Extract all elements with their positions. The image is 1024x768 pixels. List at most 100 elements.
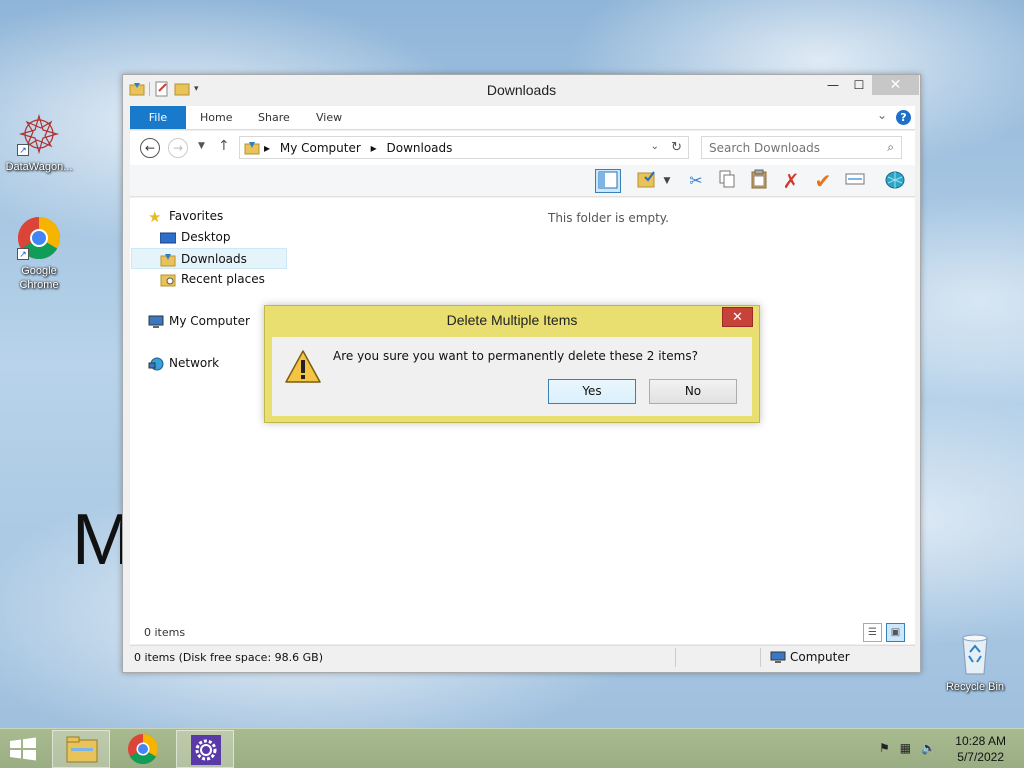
shortcut-arrow-icon: ↗ <box>17 248 29 260</box>
nav-network[interactable]: Network <box>148 353 219 374</box>
datawagon-icon: ↗ <box>17 112 61 156</box>
shortcut-arrow-icon: ↗ <box>17 144 29 156</box>
dialog-close-button[interactable]: ✕ <box>722 307 753 327</box>
paste-icon[interactable] <box>746 169 772 193</box>
search-input[interactable] <box>702 137 872 158</box>
large-icons-view-icon[interactable]: ▣ <box>886 623 905 642</box>
desktop-icon-datawagon[interactable]: ↗ DataWagon... <box>1 112 77 174</box>
status-separator <box>760 648 761 667</box>
search-icon[interactable]: ⌕ <box>887 140 894 155</box>
clock-time: 10:28 AM <box>955 734 1006 748</box>
nav-desktop[interactable]: Desktop <box>160 227 231 248</box>
clock-date: 5/7/2022 <box>957 750 1004 764</box>
navigation-bar: ← → ▼ ↑ ▸ My Computer ▸ Downloads ⌄ ↻ ⌕ <box>130 131 915 165</box>
refresh-icon[interactable]: ↻ <box>671 140 682 155</box>
status-location-label: Computer <box>790 650 850 664</box>
breadcrumb-separator-icon: ▸ <box>370 141 377 155</box>
address-bar[interactable]: ▸ My Computer ▸ Downloads ⌄ ↻ <box>239 136 689 159</box>
empty-folder-message: This folder is empty. <box>548 211 669 225</box>
window-title: Downloads <box>486 82 557 98</box>
desktop-icon-recycle-bin[interactable]: Recycle Bin <box>937 632 1013 694</box>
rename-check-icon[interactable]: ✔ <box>810 169 836 193</box>
breadcrumb: ▸ My Computer ▸ Downloads <box>264 141 458 155</box>
nav-network-label: Network <box>169 356 220 370</box>
item-count-bar: 0 items ☰ ▣ <box>130 622 915 644</box>
maximize-button[interactable]: ☐ <box>846 75 872 95</box>
title-bar[interactable]: ▾ Downloads — ☐ ✕ <box>123 75 920 105</box>
no-button[interactable]: No <box>649 379 737 404</box>
status-bar: 0 items (Disk free space: 98.6 GB) Compu… <box>130 645 915 668</box>
shell-icon[interactable] <box>882 169 908 193</box>
nav-my-computer-label: My Computer <box>169 314 250 328</box>
forward-button[interactable]: → <box>168 138 188 158</box>
nav-favorites-label: Favorites <box>169 209 224 223</box>
window-controls: — ☐ ✕ <box>820 75 919 95</box>
expand-ribbon-icon[interactable]: ⌄ <box>877 108 887 122</box>
yes-button[interactable]: Yes <box>548 379 636 404</box>
command-toolbar: ▼ ✂ ✗ ✔ <box>130 165 915 197</box>
settings-gear-icon <box>191 735 221 765</box>
breadcrumb-my-computer[interactable]: My Computer <box>280 141 361 155</box>
action-center-flag-icon[interactable]: ⚑ <box>879 741 890 755</box>
cut-icon[interactable]: ✂ <box>683 169 709 193</box>
chrome-icon <box>128 734 159 765</box>
dialog-message: Are you sure you want to permanently del… <box>333 349 698 363</box>
desktop-icon <box>160 232 176 243</box>
delete-confirmation-dialog[interactable]: Delete Multiple Items ✕ Are you sure you… <box>264 305 760 423</box>
copy-icon[interactable] <box>714 169 740 193</box>
ribbon-tabs: File Home Share View ⌄ ? <box>130 106 915 130</box>
details-view-icon[interactable]: ☰ <box>863 623 882 642</box>
downloads-folder-icon <box>160 253 176 266</box>
close-window-button[interactable]: ✕ <box>872 75 919 95</box>
breadcrumb-downloads[interactable]: Downloads <box>386 141 452 155</box>
network-status-icon[interactable]: ▦ <box>900 741 911 755</box>
recent-locations-icon[interactable]: ▼ <box>198 141 205 151</box>
folder-check-icon <box>637 171 655 188</box>
tab-file[interactable]: File <box>130 106 186 129</box>
taskbar-chrome[interactable] <box>114 730 172 768</box>
nav-downloads-label: Downloads <box>181 252 247 266</box>
computer-icon <box>148 315 164 328</box>
address-dropdown-icon[interactable]: ⌄ <box>651 141 659 152</box>
properties-button[interactable] <box>842 169 868 193</box>
recent-places-icon <box>160 274 176 286</box>
recycle-bin-icon <box>953 632 997 676</box>
desktop-icon-label: DataWagon... <box>5 161 73 173</box>
item-count: 0 items <box>144 626 186 639</box>
tab-view[interactable]: View <box>316 106 342 129</box>
desktop-icon-chrome[interactable]: ↗ Google Chrome <box>1 216 77 292</box>
search-box[interactable]: ⌕ <box>701 136 902 159</box>
status-disk-space: 0 items (Disk free space: 98.6 GB) <box>134 651 323 664</box>
start-button[interactable] <box>8 737 40 761</box>
nav-my-computer[interactable]: My Computer <box>148 311 250 332</box>
status-separator <box>675 648 676 667</box>
delete-icon[interactable]: ✗ <box>778 169 804 193</box>
file-explorer-icon <box>66 736 98 763</box>
minimize-button[interactable]: — <box>820 75 846 95</box>
tab-home[interactable]: Home <box>200 106 232 129</box>
taskbar-settings[interactable] <box>176 730 234 768</box>
nav-recent-places[interactable]: Recent places <box>160 269 265 290</box>
nav-favorites[interactable]: ★ Favorites <box>148 206 223 227</box>
help-icon[interactable]: ? <box>896 110 911 125</box>
preview-pane-button[interactable] <box>595 169 621 193</box>
taskbar-explorer[interactable] <box>52 730 110 768</box>
properties-bar-icon <box>845 173 865 185</box>
folder-down-icon <box>244 142 260 155</box>
desktop-icon-label: Google Chrome <box>19 265 59 291</box>
clock[interactable]: 10:28 AM 5/7/2022 <box>955 733 1006 765</box>
warning-icon <box>285 350 321 383</box>
back-button[interactable]: ← <box>140 138 160 158</box>
dialog-title: Delete Multiple Items <box>446 312 578 328</box>
status-location: Computer <box>770 650 850 664</box>
windows-logo-icon <box>10 737 36 761</box>
tab-share[interactable]: Share <box>258 106 290 129</box>
star-icon: ★ <box>148 207 162 226</box>
preview-pane-icon <box>598 171 618 189</box>
folder-options-dropdown-icon[interactable]: ▼ <box>660 169 674 193</box>
volume-muted-icon[interactable]: 🔈 <box>921 741 936 755</box>
nav-downloads[interactable]: Downloads <box>131 248 287 269</box>
folder-options-button[interactable] <box>634 169 660 193</box>
up-arrow-icon[interactable]: ↑ <box>218 138 230 154</box>
nav-recent-places-label: Recent places <box>181 272 265 286</box>
